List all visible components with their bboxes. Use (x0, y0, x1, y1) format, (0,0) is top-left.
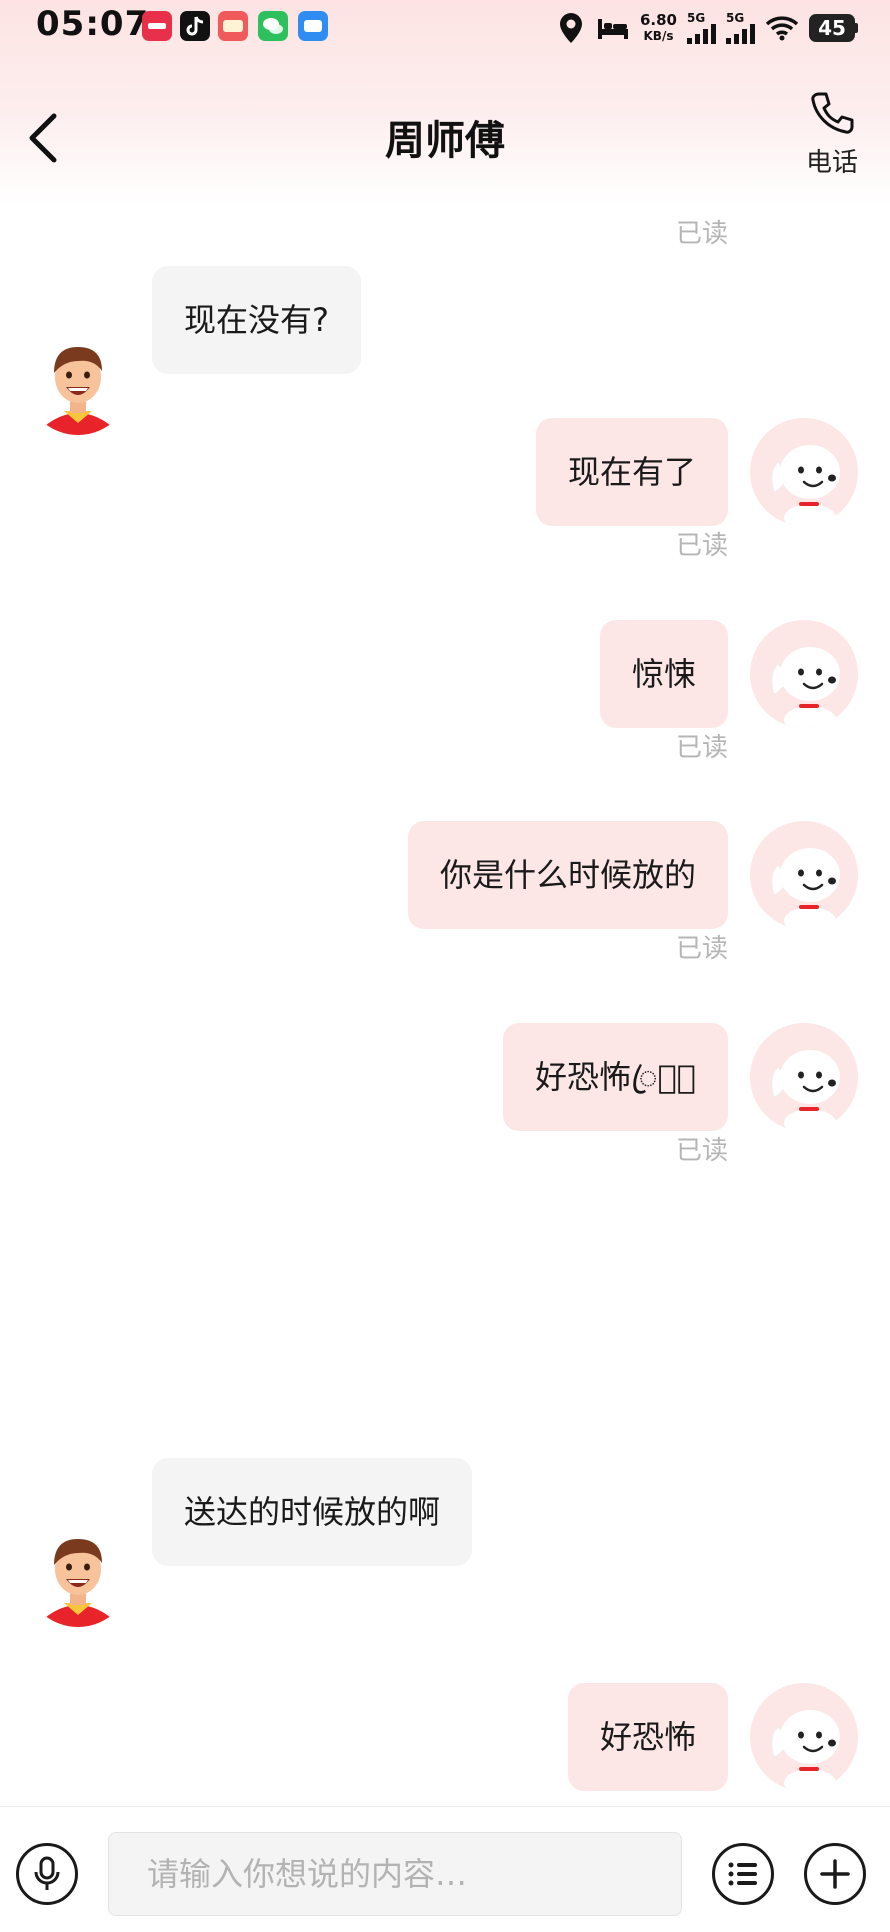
game-icon (218, 11, 248, 41)
xiaohongshu-icon (142, 11, 172, 41)
sim2-signal: 5G (726, 12, 755, 44)
page-title: 周师傅 (385, 118, 505, 164)
message-bubble-sent[interactable]: 好恐怖ꦿ⌓ꦿ (502, 1023, 728, 1131)
message-bubble-sent[interactable]: 现在有了 (535, 418, 728, 526)
courier-avatar-icon (46, 1539, 110, 1627)
my-avatar[interactable] (750, 1683, 858, 1791)
courier-avatar[interactable] (24, 327, 132, 435)
message-input[interactable] (109, 1833, 681, 1915)
wifi-icon (765, 16, 799, 41)
battery-indicator: 45 (809, 14, 858, 42)
microphone-icon (34, 1856, 60, 1890)
call-button[interactable]: 电话 (792, 88, 872, 179)
my-avatar[interactable] (750, 418, 858, 526)
read-receipt: 已读 (675, 934, 728, 964)
my-avatar[interactable] (750, 821, 858, 929)
my-avatar[interactable] (750, 1023, 858, 1131)
status-indicators: 6.80 KB/s 5G 5G 45 (556, 8, 858, 48)
courier-avatar-icon (46, 347, 110, 435)
white-dog-mascot-icon (771, 445, 840, 526)
douyin-icon (180, 11, 210, 41)
message-bubble-received[interactable]: 现在没有? (152, 266, 361, 374)
white-dog-mascot-icon (771, 1050, 840, 1131)
white-dog-mascot-icon (771, 848, 840, 929)
location-icon (559, 13, 582, 43)
read-receipt: 已读 (675, 1136, 728, 1166)
quick-phrases-button[interactable] (712, 1843, 774, 1905)
list-icon (728, 1862, 757, 1886)
white-dog-mascot-icon (771, 647, 840, 728)
read-receipt: 已读 (675, 733, 728, 763)
status-bar: 05:07 6.80 KB/s 5G 5G 45 (0, 0, 890, 54)
plus-icon (820, 1859, 850, 1889)
my-avatar[interactable] (750, 620, 858, 728)
voice-button[interactable] (16, 1843, 78, 1905)
message-bubble-received[interactable]: 送达的时候放的啊 (152, 1458, 473, 1566)
sim1-signal: 5G (687, 12, 716, 44)
read-receipt: 已读 (675, 219, 728, 249)
phone-icon (811, 92, 854, 134)
white-dog-mascot-icon (771, 1710, 840, 1791)
message-bubble-sent[interactable]: 你是什么时候放的 (407, 821, 728, 929)
message-bubble-sent[interactable]: 惊悚 (599, 620, 728, 728)
message-input-box[interactable] (108, 1832, 682, 1916)
more-options-button[interactable] (804, 1843, 866, 1905)
status-time: 05:07 (36, 4, 150, 44)
input-bar (0, 1806, 890, 1932)
courier-avatar[interactable] (24, 1519, 132, 1627)
message-bubble-sent[interactable]: 好恐怖 (567, 1683, 728, 1791)
chat-list[interactable]: 已读 现在没有? 现在有了 已读 惊悚 已读 你是什么时候放的 已读 好恐怖ꦿ⌓… (0, 205, 890, 1805)
read-receipt: 已读 (675, 531, 728, 561)
network-speed: 6.80 KB/s (639, 11, 677, 43)
wechat-icon (258, 11, 288, 41)
chat-app-icon (298, 11, 328, 41)
bed-icon (597, 19, 628, 39)
